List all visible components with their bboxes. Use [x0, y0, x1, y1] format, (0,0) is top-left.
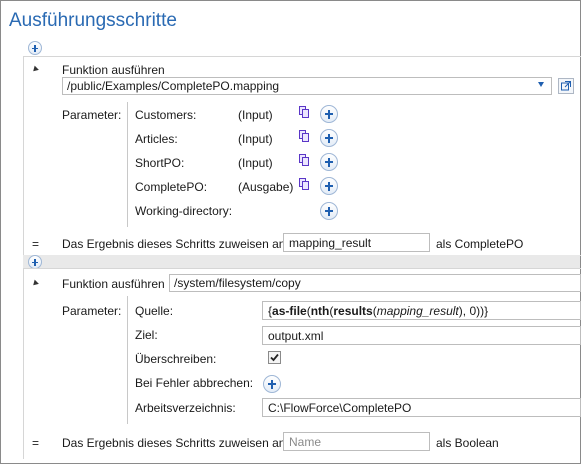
step-1-function-path-value: /public/Examples/CompletePO.mapping: [67, 79, 280, 93]
ueberschreiben-label: Überschreiben:: [135, 352, 217, 366]
step-1-params-label: Parameter:: [62, 108, 122, 122]
divider: [127, 102, 128, 227]
add-fehler-value-button[interactable]: [263, 375, 281, 393]
quelle-label: Quelle:: [135, 304, 174, 318]
param-name: Customers:: [135, 108, 197, 122]
param-name: CompletePO:: [135, 180, 208, 194]
expr-token: ), 0))}: [458, 304, 489, 318]
param-name: ShortPO:: [135, 156, 185, 170]
expr-token: as-file: [272, 304, 307, 318]
arbeit-value: C:\FlowForce\CompletePO: [268, 401, 412, 415]
add-param-value-button[interactable]: [320, 202, 338, 220]
expr-token: nth: [310, 304, 330, 318]
ziel-value: output.xml: [268, 329, 324, 343]
chevron-down-icon[interactable]: [538, 82, 544, 87]
assign-result-input[interactable]: mapping_result: [283, 233, 430, 252]
expr-token: mapping_result: [376, 304, 459, 318]
parameter-type-icon[interactable]: [299, 178, 309, 190]
step-separator: [23, 255, 580, 268]
quelle-expression-input[interactable]: {as-file(nth(results(mapping_result), 0)…: [262, 301, 581, 320]
step-1: Funktion ausführen /public/Examples/Comp…: [23, 56, 581, 256]
param-name: Working-directory:: [135, 204, 233, 218]
assign-equals: =: [32, 237, 40, 251]
add-step-button[interactable]: [28, 41, 42, 55]
collapse-step-2-icon[interactable]: [31, 279, 39, 288]
param-kind: (Input): [238, 132, 273, 146]
assign-label: Das Ergebnis dieses Schritts zuweisen an: [62, 436, 286, 450]
assign-result-input[interactable]: Name: [283, 432, 430, 451]
collapse-step-1-icon[interactable]: [31, 65, 39, 74]
fehler-label: Bei Fehler abbrechen:: [135, 376, 254, 390]
ziel-label: Ziel:: [135, 328, 158, 342]
param-name: Articles:: [135, 132, 178, 146]
arbeit-label: Arbeitsverzeichnis:: [135, 401, 236, 415]
open-function-link-icon[interactable]: [558, 78, 574, 94]
step-2-params-label: Parameter:: [62, 304, 122, 318]
parameter-type-icon[interactable]: [299, 106, 309, 118]
step-1-heading: Funktion ausführen: [62, 63, 165, 77]
assign-result-value: mapping_result: [289, 236, 372, 250]
add-param-value-button[interactable]: [320, 153, 338, 171]
assign-type: als CompletePO: [436, 237, 524, 251]
step-2-function-path[interactable]: /system/filesystem/copy: [169, 274, 581, 292]
assign-equals: =: [32, 436, 40, 450]
insert-step-button[interactable]: [28, 255, 42, 269]
page-title: Ausführungsschritte: [9, 10, 177, 31]
parameter-type-icon[interactable]: [299, 154, 309, 166]
param-kind: (Input): [238, 156, 273, 170]
assign-result-placeholder: Name: [289, 435, 322, 449]
param-kind: (Input): [238, 108, 273, 122]
divider: [127, 296, 128, 424]
step-2: Funktion ausführen /system/filesystem/co…: [23, 268, 581, 459]
arbeit-input[interactable]: C:\FlowForce\CompletePO: [262, 398, 581, 417]
add-param-value-button[interactable]: [320, 177, 338, 195]
parameter-type-icon[interactable]: [299, 130, 309, 142]
add-param-value-button[interactable]: [320, 105, 338, 123]
step-1-function-path[interactable]: /public/Examples/CompletePO.mapping: [62, 77, 552, 95]
step-2-heading: Funktion ausführen: [62, 277, 165, 291]
ueberschreiben-checkbox[interactable]: [268, 351, 281, 364]
execution-steps-panel: Ausführungsschritte Funktion ausführen /…: [0, 0, 581, 464]
checkmark-icon: [270, 353, 279, 362]
add-param-value-button[interactable]: [320, 129, 338, 147]
ziel-input[interactable]: output.xml: [262, 326, 581, 345]
step-2-function-path-value: /system/filesystem/copy: [174, 276, 301, 290]
assign-type: als Boolean: [436, 436, 499, 450]
param-kind: (Ausgabe): [238, 180, 294, 194]
expr-token: results: [333, 304, 373, 318]
assign-label: Das Ergebnis dieses Schritts zuweisen an: [62, 237, 286, 251]
